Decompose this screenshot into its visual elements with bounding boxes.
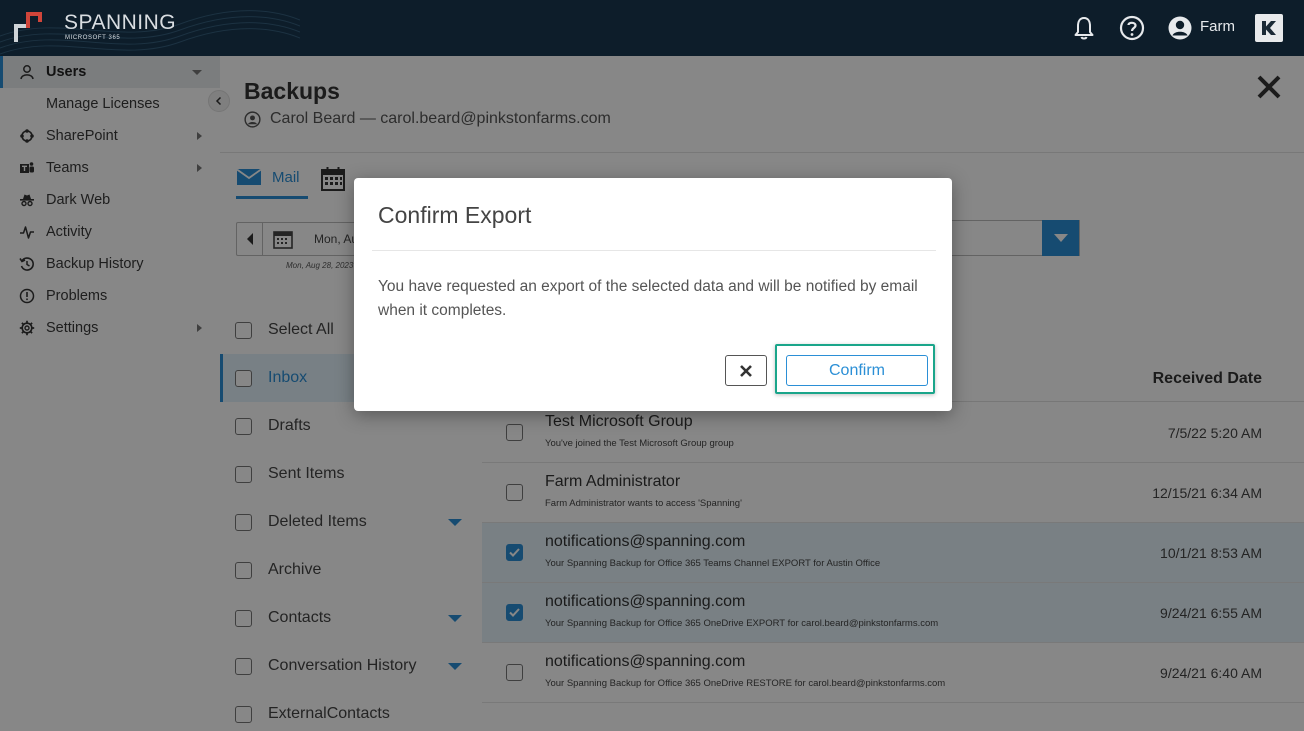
help-icon[interactable] [1118,14,1146,42]
spanning-logo[interactable]: SPANNING MICROSOFT 365 [14,12,176,42]
dialog-title: Confirm Export [378,202,532,228]
account-icon[interactable] [1166,14,1194,42]
brand-subtitle: MICROSOFT 365 [65,35,121,41]
close-icon [740,364,752,377]
confirm-export-dialog: Confirm Export You have requested an exp… [354,178,952,411]
confirm-button[interactable]: Confirm [786,355,928,386]
cancel-button[interactable] [725,355,767,386]
spanning-logo-icon [14,12,42,42]
k-logo-icon [1262,21,1276,35]
brand-name: SPANNING [64,11,177,34]
confirm-button-highlight: Confirm [775,344,935,394]
dialog-message: You have requested an export of the sele… [378,278,918,319]
bell-icon[interactable] [1070,14,1098,42]
product-badge[interactable] [1255,14,1283,42]
dialog-divider [372,250,936,251]
user-name[interactable]: Farm [1200,18,1235,35]
top-bar: SPANNING MICROSOFT 365 Farm [0,0,1304,56]
